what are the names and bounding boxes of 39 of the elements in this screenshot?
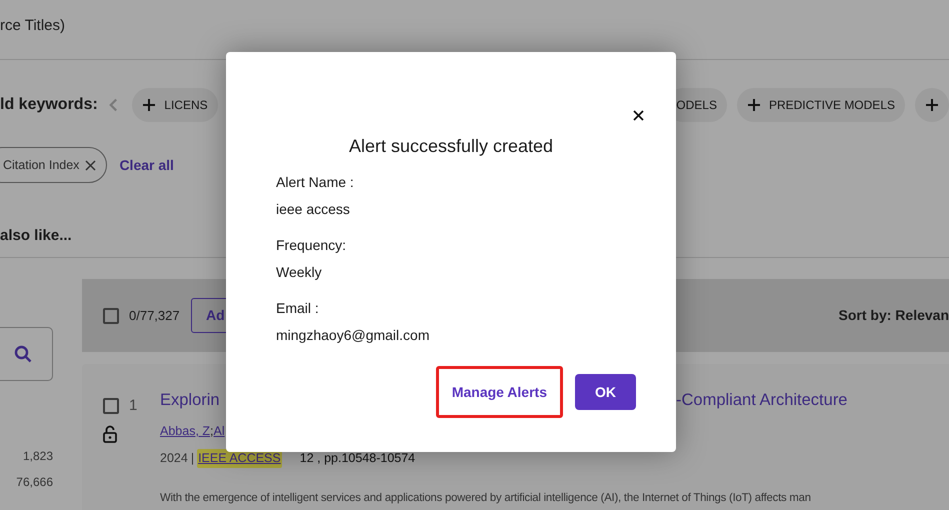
dialog-title: Alert successfully created [348, 135, 554, 158]
plus-icon [746, 98, 761, 112]
keywords-label: ld keywords: [0, 95, 99, 115]
result-title[interactable]: -Compliant Architecture [676, 388, 848, 412]
field-label: Email : [276, 299, 320, 318]
sort-dropdown[interactable]: Sort by: Relevan [838, 305, 949, 326]
checkbox[interactable] [103, 308, 119, 324]
facet-count: 1,823 [22, 448, 53, 465]
publication-year: 2024 [160, 450, 188, 467]
author-separator: ; [210, 423, 214, 440]
field-label: Frequency: [276, 236, 348, 255]
field-value: mingzhaoy6@gmail.com [276, 326, 430, 345]
ok-button[interactable]: OK [575, 374, 636, 410]
field-value: Weekly [276, 263, 323, 282]
author-link[interactable]: Abbas, Z [160, 422, 210, 441]
filter-chip[interactable]: Citation Index [0, 147, 108, 183]
abstract-text: With the emergence of intelligent services and applications powered by artificial intelligence (AI), the Internet of Things (IoT) affects man [160, 490, 812, 506]
search-icon [14, 345, 32, 363]
breadcrumb-text: rce Titles) [0, 17, 66, 34]
separator: | [190, 450, 194, 467]
field-label: Alert Name : [276, 173, 355, 192]
result-title[interactable]: Explorin [160, 388, 226, 412]
volume-pages: 12 , pp.10548-10574 [300, 450, 416, 467]
plus-icon [925, 98, 939, 112]
author-link[interactable]: Al [214, 422, 225, 441]
section-heading: also like... [0, 227, 72, 244]
checkbox[interactable] [103, 398, 119, 414]
field-value: ieee access [276, 200, 351, 219]
close-icon[interactable] [633, 110, 644, 121]
plus-icon [142, 98, 156, 112]
selection-count: 0/77,327 [129, 306, 181, 325]
keyword-chip[interactable] [915, 88, 949, 122]
facet-count: 76,666 [16, 474, 53, 491]
keyword-chip[interactable]: LICENS [132, 88, 218, 122]
result-number: 1 [129, 396, 138, 416]
manage-alerts-button[interactable]: Manage Alerts [436, 366, 563, 418]
clear-all-link[interactable]: Clear all [119, 154, 174, 176]
keyword-chip[interactable]: PREDICTIVE MODELS [736, 88, 905, 122]
search-button[interactable] [0, 327, 53, 381]
